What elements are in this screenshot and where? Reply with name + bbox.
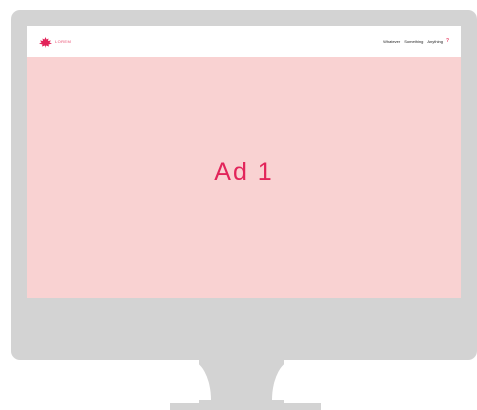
logo-text: LOREM: [55, 39, 72, 44]
desktop-monitor-illustration: LOREM Whatever Something Anything ? Ad 1: [0, 0, 477, 410]
site-logo[interactable]: LOREM: [39, 36, 71, 48]
ad-label: Ad 1: [214, 158, 274, 186]
site-header: LOREM Whatever Something Anything ?: [27, 26, 461, 57]
nav-item-2[interactable]: Something: [404, 39, 423, 44]
maple-leaf-icon: [39, 36, 52, 48]
site-nav: Whatever Something Anything ?: [379, 39, 449, 45]
monitor-screen: LOREM Whatever Something Anything ? Ad 1: [27, 26, 461, 298]
nav-item-1[interactable]: Whatever: [383, 39, 400, 44]
monitor-bezel: LOREM Whatever Something Anything ? Ad 1: [11, 10, 477, 360]
nav-item-3[interactable]: Anything: [427, 39, 443, 44]
help-icon[interactable]: ?: [446, 39, 449, 44]
monitor-stand-base: [170, 403, 321, 410]
ad-placeholder[interactable]: Ad 1: [27, 57, 461, 298]
